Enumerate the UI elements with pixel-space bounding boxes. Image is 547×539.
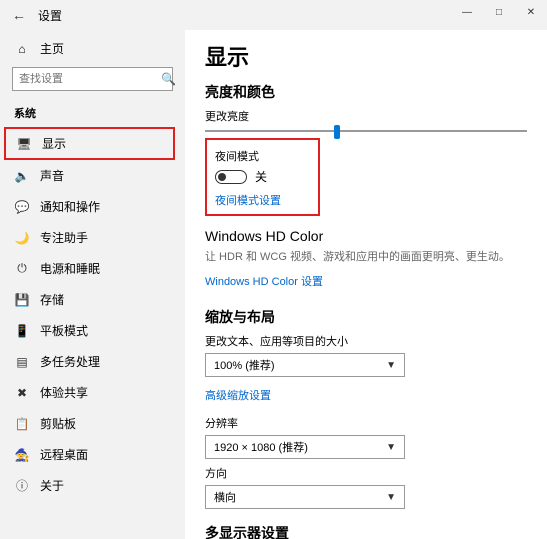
night-mode-toggle[interactable]: 关 [215, 168, 310, 185]
nav-item-notifications[interactable]: 💬 通知和操作 [0, 191, 185, 222]
multi-heading: 多显示器设置 [205, 523, 527, 539]
nav-label: 存储 [40, 291, 64, 308]
shared-icon: ✖ [14, 386, 30, 400]
search-box[interactable]: 🔍 [12, 67, 173, 91]
home-label: 主页 [40, 40, 64, 57]
window-title: 设置 [38, 7, 62, 24]
nav-item-power[interactable]: ⏻ 电源和睡眠 [0, 253, 185, 284]
resolution-value: 1920 × 1080 (推荐) [214, 439, 308, 455]
chevron-down-icon: ▼ [386, 442, 396, 453]
hd-description: 让 HDR 和 WCG 视频、游戏和应用中的画面更明亮、更生动。 [205, 250, 527, 265]
nav-label: 电源和睡眠 [40, 260, 100, 277]
slider-thumb[interactable] [334, 125, 340, 139]
sound-icon: 🔈 [14, 169, 30, 183]
nav-list: 🖥 显示 🔈 声音 💬 通知和操作 🌙 专注助手 ⏻ 电源和睡眠 [0, 127, 185, 501]
resolution-select[interactable]: 1920 × 1080 (推荐) ▼ [205, 435, 405, 459]
nav-item-clipboard[interactable]: 📋 剪贴板 [0, 408, 185, 439]
night-mode-state: 关 [255, 168, 267, 185]
close-button[interactable]: ✕ [515, 0, 547, 24]
home-icon: ⌂ [14, 42, 30, 56]
night-mode-settings-link[interactable]: 夜间模式设置 [215, 192, 281, 208]
hd-settings-link[interactable]: Windows HD Color 设置 [205, 273, 323, 289]
clipboard-icon: 📋 [14, 417, 30, 431]
nav-label: 关于 [40, 477, 64, 494]
nav-label: 专注助手 [40, 229, 88, 246]
nav-item-multitask[interactable]: ▤ 多任务处理 [0, 346, 185, 377]
power-icon: ⏻ [14, 261, 30, 276]
nav-label: 多任务处理 [40, 353, 100, 370]
nav-item-sound[interactable]: 🔈 声音 [0, 160, 185, 191]
toggle-pill[interactable] [215, 170, 247, 184]
nav-item-remote[interactable]: 🧙 远程桌面 [0, 439, 185, 470]
chevron-down-icon: ▼ [386, 492, 396, 503]
brightness-label: 更改亮度 [205, 108, 527, 124]
scale-heading: 缩放与布局 [205, 307, 527, 327]
text-size-value: 100% (推荐) [214, 357, 275, 373]
home-button[interactable]: ⌂ 主页 [0, 36, 185, 65]
nav-label: 显示 [42, 135, 66, 152]
search-icon: 🔍 [161, 72, 176, 86]
nav-label: 通知和操作 [40, 198, 100, 215]
nav-item-about[interactable]: ⓘ 关于 [0, 470, 185, 501]
maximize-button[interactable]: □ [483, 0, 515, 24]
advanced-scale-link[interactable]: 高级缩放设置 [205, 387, 271, 403]
resolution-label: 分辨率 [205, 415, 527, 431]
nav-label: 平板模式 [40, 322, 88, 339]
category-label: 系统 [0, 99, 185, 127]
nav-item-display[interactable]: 🖥 显示 [4, 127, 175, 160]
remote-icon: 🧙 [14, 448, 30, 462]
night-mode-label: 夜间模式 [215, 148, 310, 164]
window-controls: — □ ✕ [451, 0, 547, 24]
titlebar: ← 设置 — □ ✕ [0, 0, 547, 30]
nav-label: 剪贴板 [40, 415, 76, 432]
back-button[interactable]: ← [4, 0, 34, 30]
about-icon: ⓘ [14, 477, 30, 494]
multitask-icon: ▤ [14, 355, 30, 369]
display-icon: 🖥 [16, 137, 32, 151]
search-input[interactable] [19, 73, 161, 85]
nav-item-shared[interactable]: ✖ 体验共享 [0, 377, 185, 408]
tablet-icon: 📱 [14, 324, 30, 338]
orientation-select[interactable]: 横向 ▼ [205, 485, 405, 509]
page-title: 显示 [205, 40, 527, 72]
text-size-label: 更改文本、应用等项目的大小 [205, 333, 527, 349]
nav-item-focus[interactable]: 🌙 专注助手 [0, 222, 185, 253]
nav-label: 体验共享 [40, 384, 88, 401]
nav-item-tablet[interactable]: 📱 平板模式 [0, 315, 185, 346]
brightness-heading: 亮度和颜色 [205, 82, 527, 102]
hd-heading: Windows HD Color [205, 228, 527, 244]
sidebar: ⌂ 主页 🔍 系统 🖥 显示 🔈 声音 💬 通知和操作 [0, 30, 185, 539]
notifications-icon: 💬 [14, 200, 30, 214]
nav-item-storage[interactable]: 💾 存储 [0, 284, 185, 315]
orientation-label: 方向 [205, 465, 527, 481]
nav-label: 声音 [40, 167, 64, 184]
content: 显示 亮度和颜色 更改亮度 夜间模式 关 夜间模式设置 Windows HD C… [185, 30, 547, 539]
nav-label: 远程桌面 [40, 446, 88, 463]
night-mode-box: 夜间模式 关 夜间模式设置 [205, 138, 320, 216]
orientation-value: 横向 [214, 489, 236, 505]
text-size-select[interactable]: 100% (推荐) ▼ [205, 353, 405, 377]
focus-icon: 🌙 [14, 231, 30, 245]
brightness-slider[interactable] [205, 130, 527, 132]
toggle-knob [218, 173, 226, 181]
chevron-down-icon: ▼ [386, 360, 396, 371]
storage-icon: 💾 [14, 293, 30, 307]
minimize-button[interactable]: — [451, 0, 483, 24]
